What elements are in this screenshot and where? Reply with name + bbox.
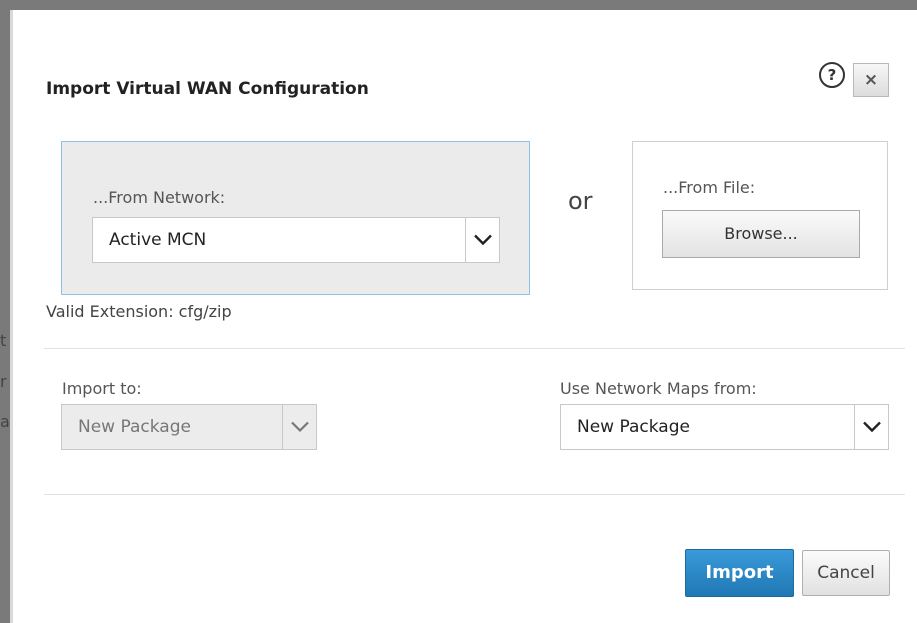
chevron-down-icon[interactable] [282, 405, 316, 449]
background-window-top-edge [0, 0, 917, 10]
import-to-select[interactable]: New Package [61, 404, 317, 450]
from-network-panel[interactable]: ...From Network: Active MCN [61, 141, 530, 295]
network-maps-select[interactable]: New Package [560, 404, 889, 450]
cancel-button[interactable]: Cancel [802, 550, 890, 596]
close-button[interactable]: × [853, 63, 889, 97]
background-text-fragment: t [0, 331, 7, 350]
network-source-value: Active MCN [109, 230, 207, 250]
network-maps-value: New Package [577, 417, 690, 437]
background-text-fragment: r [0, 372, 7, 391]
valid-extension-note: Valid Extension: cfg/zip [46, 302, 232, 321]
import-button[interactable]: Import [685, 549, 794, 597]
import-to-value: New Package [78, 417, 191, 437]
background-text-fragment: a [0, 412, 10, 431]
background-window-left-edge [0, 0, 10, 623]
chevron-down-icon[interactable] [465, 218, 499, 262]
network-maps-label: Use Network Maps from: [560, 379, 757, 398]
from-file-panel: ...From File: Browse... [632, 141, 888, 290]
chevron-down-icon[interactable] [854, 405, 888, 449]
import-configuration-dialog: Import Virtual WAN Configuration ? × ...… [10, 10, 917, 623]
or-separator: or [568, 187, 593, 215]
from-file-label: ...From File: [663, 178, 756, 197]
browse-button[interactable]: Browse... [662, 210, 860, 258]
from-network-label: ...From Network: [93, 188, 226, 207]
divider [44, 494, 905, 495]
network-source-select[interactable]: Active MCN [92, 217, 500, 263]
divider [44, 348, 905, 349]
help-icon[interactable]: ? [819, 62, 845, 88]
close-icon: × [863, 70, 879, 90]
dialog-title: Import Virtual WAN Configuration [46, 79, 369, 99]
import-to-label: Import to: [62, 379, 142, 398]
